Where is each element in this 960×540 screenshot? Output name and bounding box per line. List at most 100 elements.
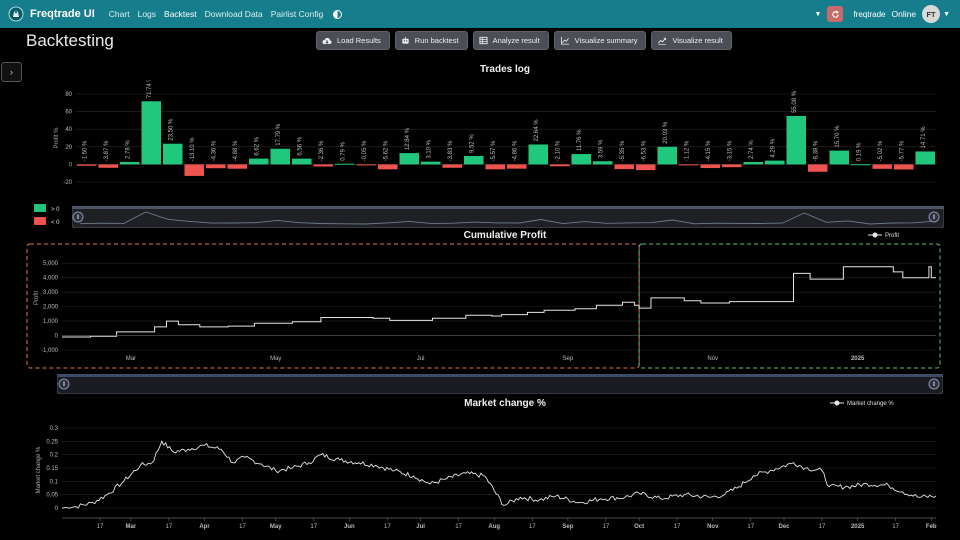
- x-tick-label: Nov: [707, 356, 718, 362]
- trade-bar: [915, 151, 935, 165]
- trade-bar-label: 55.08 %: [792, 90, 798, 113]
- legend-positive-label[interactable]: > 0: [51, 207, 60, 213]
- y-tick-label: 60: [65, 110, 72, 116]
- nav-link-chart[interactable]: Chart: [109, 9, 130, 19]
- trades-log-title: Trades log: [479, 64, 530, 75]
- load-results-button[interactable]: Load Results: [316, 31, 390, 50]
- analyze-result-label: Analyze result: [492, 36, 540, 45]
- nav-links: Chart Logs Backtest Download Data Pairli…: [109, 9, 331, 19]
- pause-icon: ‖: [77, 215, 79, 221]
- cumulative-highlight-region: [638, 243, 941, 369]
- y-tick-label: -1,000: [41, 348, 59, 354]
- trade-bar-label: 14.71 %: [921, 126, 927, 149]
- table-icon: [479, 36, 488, 45]
- trade-bar: [206, 164, 226, 169]
- market-change-chart: Market change % Market change % 0 0.05 0.1…: [36, 400, 937, 530]
- trade-bar-label: -2.36 %: [319, 140, 325, 161]
- visualize-summary-label: Visualize summary: [574, 36, 638, 45]
- trade-bar: [184, 164, 204, 176]
- market-change-legend[interactable]: Market change %: [830, 400, 894, 408]
- trade-bar: [163, 143, 183, 165]
- trade-bar-label: 0.79 %: [341, 141, 347, 160]
- theme-toggle-icon[interactable]: [333, 9, 343, 19]
- top-navbar: Freqtrade UI Chart Logs Backtest Downloa…: [0, 0, 960, 28]
- brand-name[interactable]: Freqtrade UI: [30, 8, 95, 20]
- trade-bar: [829, 150, 849, 165]
- x-tick-label: Aug: [488, 524, 500, 530]
- trade-bar-label: -2.10 %: [556, 140, 562, 161]
- page-title: Backtesting: [26, 31, 114, 50]
- nav-link-pairlist-config[interactable]: Pairlist Config: [271, 9, 323, 19]
- trade-bar-label: -3.15 %: [728, 140, 734, 161]
- x-tick-label: 17: [819, 524, 826, 530]
- x-tick-label: Mar: [126, 524, 137, 530]
- y-tick-label: 0.05: [46, 493, 58, 499]
- x-tick-label: Sep: [562, 524, 573, 530]
- trade-bar-label: 9.52 %: [470, 134, 476, 153]
- visualize-result-label: Visualize result: [672, 36, 723, 45]
- run-backtest-button[interactable]: Run backtest: [394, 31, 468, 50]
- trade-bar-label: 2.78 %: [126, 140, 132, 159]
- nav-link-download-data[interactable]: Download Data: [205, 9, 263, 19]
- sidebar-toggle-button[interactable]: ›: [1, 62, 22, 82]
- trade-bar-label: -3.83 %: [448, 140, 454, 161]
- y-tick-label: 0.2: [50, 453, 59, 459]
- market-legend-label: Market change %: [847, 401, 894, 407]
- y-tick-label: 0: [69, 162, 73, 168]
- trade-bar: [765, 160, 785, 165]
- nav-link-backtest[interactable]: Backtest: [164, 9, 197, 19]
- trade-bar-label: -4.88 %: [233, 140, 239, 161]
- user-avatar[interactable]: FT: [922, 5, 941, 23]
- y-tick-label: 40: [65, 127, 72, 133]
- trade-bar: [571, 154, 591, 165]
- pause-icon: ‖: [63, 382, 65, 388]
- y-tick-label: -20: [63, 180, 72, 186]
- trade-bar: [657, 146, 677, 165]
- x-tick-label: 17: [747, 524, 754, 530]
- trade-bar-label: -5.35 %: [620, 140, 626, 161]
- trade-bar-label: -5.62 %: [384, 140, 390, 161]
- trade-bar: [894, 164, 914, 170]
- trade-bar: [141, 101, 161, 165]
- trade-bar: [851, 164, 871, 166]
- analyze-result-button[interactable]: Analyze result: [472, 31, 549, 50]
- trades-zoom-slider[interactable]: ‖ ‖: [72, 206, 944, 228]
- bot-name: freqtrade: [853, 9, 886, 19]
- trade-bar: [292, 158, 312, 165]
- x-tick-label: Oct: [634, 524, 644, 530]
- user-menu-chevron-icon[interactable]: ▼: [943, 11, 950, 18]
- trade-bar: [485, 164, 505, 170]
- reload-button[interactable]: [827, 6, 844, 22]
- pause-icon: ‖: [933, 382, 935, 388]
- trade-bar-label: -3.87 %: [104, 140, 110, 161]
- backtest-actions: Load Results Run backtest Analyze result…: [316, 31, 737, 50]
- x-tick-label: 2025: [851, 356, 865, 362]
- legend-negative-swatch[interactable]: [34, 217, 46, 225]
- trade-bar: [786, 115, 806, 165]
- trade-bar: [679, 164, 699, 166]
- nav-link-logs[interactable]: Logs: [138, 9, 156, 19]
- visualize-result-button[interactable]: Visualize result: [651, 31, 732, 50]
- trade-bar: [77, 164, 97, 166]
- visualize-summary-button[interactable]: Visualize summary: [553, 31, 647, 50]
- bot-selector-chevron-icon[interactable]: ▼: [815, 11, 822, 18]
- y-tick-label: 1,000: [43, 319, 59, 325]
- legend-negative-label[interactable]: < 0: [51, 220, 60, 226]
- trade-bar: [614, 164, 634, 170]
- x-tick-label: Jun: [344, 524, 355, 530]
- y-tick-label: 0.3: [50, 426, 59, 432]
- reload-icon: [832, 9, 839, 18]
- trade-bar-label: -4.15 %: [706, 140, 712, 161]
- freqtrade-logo-icon[interactable]: [8, 6, 24, 22]
- cumulative-legend[interactable]: Profit: [868, 232, 899, 240]
- trade-bar: [421, 161, 441, 165]
- cumulative-zoom-slider[interactable]: ‖ ‖: [57, 374, 943, 394]
- trade-bar-label: -4.36 %: [212, 140, 218, 161]
- x-tick-label: Jul: [417, 356, 425, 362]
- x-tick-label: 17: [166, 524, 173, 530]
- legend-positive-swatch[interactable]: [34, 204, 46, 212]
- cumulative-profit-line: [62, 266, 936, 338]
- trade-bar: [249, 158, 269, 165]
- cumulative-y-axis-title: Profit: [34, 291, 40, 305]
- x-tick-label: Apr: [199, 524, 210, 530]
